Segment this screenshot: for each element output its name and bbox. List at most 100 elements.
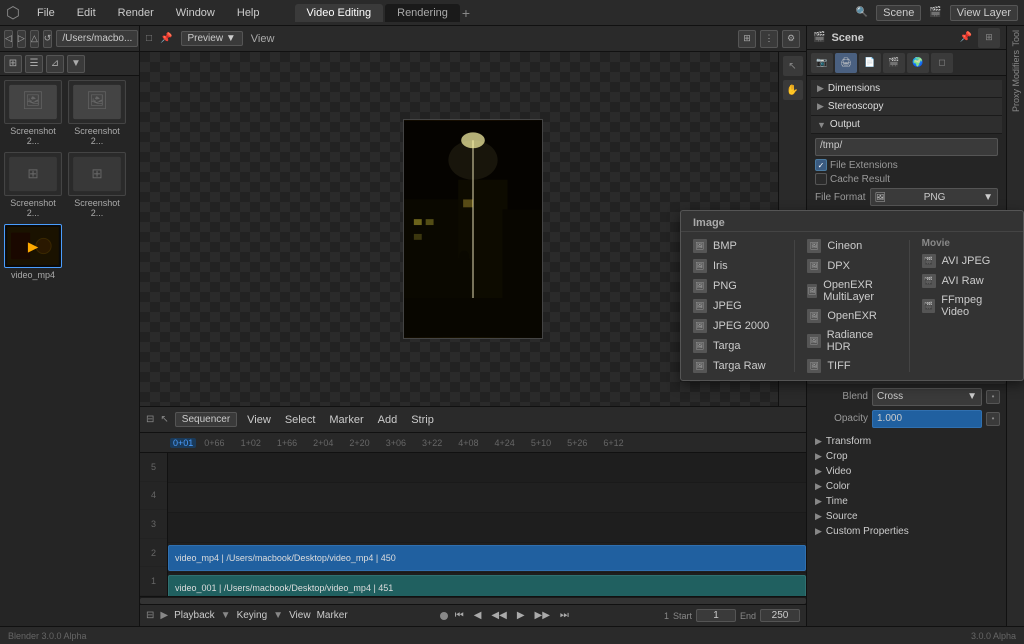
format-jpeg[interactable]: 🖼 JPEG bbox=[687, 296, 788, 316]
audio-clip[interactable]: video_001 | /Users/macbook/Desktop/video… bbox=[168, 575, 806, 596]
back-button[interactable]: ◁ bbox=[4, 30, 13, 48]
menu-edit[interactable]: Edit bbox=[72, 5, 101, 21]
output-section-header[interactable]: ▼ Output bbox=[811, 116, 1002, 134]
format-jpeg2000[interactable]: 🖼 JPEG 2000 bbox=[687, 316, 788, 336]
output-props-icon[interactable]: 🖨 bbox=[835, 53, 857, 73]
scene-props-icon[interactable]: 🎬 bbox=[883, 53, 905, 73]
cursor-icon[interactable]: ↖ bbox=[783, 56, 803, 76]
list-view-button[interactable]: ☰ bbox=[25, 55, 43, 73]
prev-frame-button[interactable]: ◀ bbox=[471, 608, 485, 623]
opacity-reset-button[interactable]: • bbox=[986, 412, 1000, 426]
play-reverse-button[interactable]: ◀◀ bbox=[488, 608, 509, 623]
sequencer-label[interactable]: Sequencer bbox=[175, 412, 237, 427]
opacity-slider[interactable]: 1.000 bbox=[872, 410, 982, 428]
object-props-icon[interactable]: ◻ bbox=[931, 53, 953, 73]
file-extensions-checkbox[interactable]: ✓ bbox=[815, 159, 827, 171]
format-openexr-multilayer[interactable]: 🖼 OpenEXR MultiLayer bbox=[801, 276, 902, 306]
scrollbar-thumb[interactable] bbox=[140, 598, 806, 604]
view-label-bottom[interactable]: View bbox=[289, 610, 311, 621]
end-frame-input[interactable] bbox=[760, 609, 800, 622]
format-cineon[interactable]: 🖼 Cineon bbox=[801, 236, 902, 256]
up-button[interactable]: △ bbox=[30, 30, 39, 48]
collapse-button[interactable]: ⊞ bbox=[978, 28, 1000, 48]
view-layer-selector[interactable]: View Layer bbox=[950, 5, 1018, 21]
scene-selector[interactable]: Scene bbox=[876, 5, 921, 21]
menu-file[interactable]: File bbox=[32, 5, 60, 21]
custom-properties-section-header[interactable]: ▶ Custom Properties bbox=[811, 524, 1006, 539]
cache-result-checkbox[interactable] bbox=[815, 173, 827, 185]
seq-menu-add[interactable]: Add bbox=[374, 412, 402, 428]
format-openexr[interactable]: 🖼 OpenEXR bbox=[801, 306, 902, 326]
sidebar-tab-proxy[interactable]: Proxy bbox=[1011, 89, 1021, 112]
next-frame-button[interactable]: ▶▶ bbox=[532, 608, 553, 623]
view-layer-props-icon[interactable]: 📄 bbox=[859, 53, 881, 73]
format-dpx[interactable]: 🖼 DPX bbox=[801, 256, 902, 276]
format-targa[interactable]: 🖼 Targa bbox=[687, 336, 788, 356]
preview-mode-selector[interactable]: Preview ▼ bbox=[181, 31, 243, 46]
format-iris[interactable]: 🖼 Iris bbox=[687, 256, 788, 276]
go-end-button[interactable]: ⏭ bbox=[557, 608, 572, 623]
path-bar[interactable]: /Users/macbo... bbox=[56, 30, 138, 47]
keying-label[interactable]: Keying bbox=[237, 610, 268, 621]
track-row bbox=[168, 483, 806, 513]
view-toggle-button[interactable]: ⊞ bbox=[4, 55, 22, 73]
hand-tool-icon[interactable]: ✋ bbox=[783, 80, 803, 100]
format-tiff[interactable]: 🖼 TIFF bbox=[801, 356, 902, 376]
list-item[interactable]: ▶ video_mp4 bbox=[4, 224, 62, 280]
color-section-header[interactable]: ▶ Color bbox=[811, 479, 1006, 494]
format-radiance-hdr[interactable]: 🖼 Radiance HDR bbox=[801, 326, 902, 356]
marker-label-bottom[interactable]: Marker bbox=[317, 610, 348, 621]
render-props-icon[interactable]: 📷 bbox=[811, 53, 833, 73]
menu-window[interactable]: Window bbox=[171, 5, 220, 21]
tab-rendering[interactable]: Rendering bbox=[385, 4, 460, 22]
go-start-button[interactable]: ⏮ bbox=[452, 608, 467, 623]
sidebar-tab-modifiers[interactable]: Modifiers bbox=[1011, 50, 1021, 87]
list-item[interactable]: 🖼 Screenshot 2... bbox=[68, 80, 126, 146]
format-bmp[interactable]: 🖼 BMP bbox=[687, 236, 788, 256]
settings-button[interactable]: ⚙ bbox=[782, 30, 800, 48]
sidebar-tab-tool[interactable]: Tool bbox=[1011, 30, 1021, 47]
transform-section-header[interactable]: ▶ Transform bbox=[811, 434, 1006, 449]
format-png[interactable]: 🖼 PNG bbox=[687, 276, 788, 296]
menu-help[interactable]: Help bbox=[232, 5, 265, 21]
filter-button[interactable]: ⊿ bbox=[46, 55, 64, 73]
blend-selector[interactable]: Cross ▼ bbox=[872, 388, 982, 406]
format-avi-jpeg[interactable]: 🎬 AVI JPEG bbox=[916, 251, 1017, 271]
list-item[interactable]: 🖼 Screenshot 2... bbox=[4, 80, 62, 146]
play-button[interactable]: ▶ bbox=[514, 608, 528, 623]
world-props-icon[interactable]: 🌍 bbox=[907, 53, 929, 73]
stereoscopy-section-header[interactable]: ▶ Stereoscopy bbox=[811, 98, 1002, 116]
seq-menu-marker[interactable]: Marker bbox=[325, 412, 367, 428]
tab-video-editing[interactable]: Video Editing bbox=[295, 4, 384, 22]
pin-button[interactable]: 📌 bbox=[960, 32, 972, 43]
list-item[interactable]: ⊞ Screenshot 2... bbox=[4, 152, 62, 218]
time-section-header[interactable]: ▶ Time bbox=[811, 494, 1006, 509]
output-path-input[interactable]: /tmp/ bbox=[815, 138, 998, 156]
list-item[interactable]: ⊞ Screenshot 2... bbox=[68, 152, 126, 218]
source-section-header[interactable]: ▶ Source bbox=[811, 509, 1006, 524]
menu-render[interactable]: Render bbox=[113, 5, 159, 21]
track-row[interactable]: video_001 | /Users/macbook/Desktop/video… bbox=[168, 573, 806, 596]
seq-menu-select[interactable]: Select bbox=[281, 412, 320, 428]
seq-menu-view[interactable]: View bbox=[243, 412, 275, 428]
zoom-button[interactable]: ⊞ bbox=[738, 30, 756, 48]
start-frame-input[interactable] bbox=[696, 609, 736, 622]
file-format-selector[interactable]: 🖼 PNG ▼ bbox=[870, 188, 998, 206]
format-targa-raw[interactable]: 🖼 Targa Raw bbox=[687, 356, 788, 376]
video-section-header[interactable]: ▶ Video bbox=[811, 464, 1006, 479]
record-dot[interactable] bbox=[440, 612, 448, 620]
horizontal-scrollbar[interactable] bbox=[140, 596, 806, 604]
video-clip[interactable]: video_mp4 | /Users/macbook/Desktop/video… bbox=[168, 545, 806, 571]
forward-button[interactable]: ▷ bbox=[17, 30, 26, 48]
format-ffmpeg[interactable]: 🎬 FFmpeg Video bbox=[916, 291, 1017, 321]
seq-menu-strip[interactable]: Strip bbox=[407, 412, 438, 428]
track-row[interactable]: video_mp4 | /Users/macbook/Desktop/video… bbox=[168, 543, 806, 573]
dimensions-section-header[interactable]: ▶ Dimensions bbox=[811, 80, 1002, 98]
refresh-button[interactable]: ↺ bbox=[43, 30, 53, 48]
view-options-button[interactable]: ⋮ bbox=[760, 30, 778, 48]
add-workspace-icon[interactable]: + bbox=[462, 5, 470, 21]
sort-button[interactable]: ▼ bbox=[67, 55, 85, 73]
crop-section-header[interactable]: ▶ Crop bbox=[811, 449, 1006, 464]
format-avi-raw[interactable]: 🎬 AVI Raw bbox=[916, 271, 1017, 291]
blend-reset-button[interactable]: • bbox=[986, 390, 1000, 404]
